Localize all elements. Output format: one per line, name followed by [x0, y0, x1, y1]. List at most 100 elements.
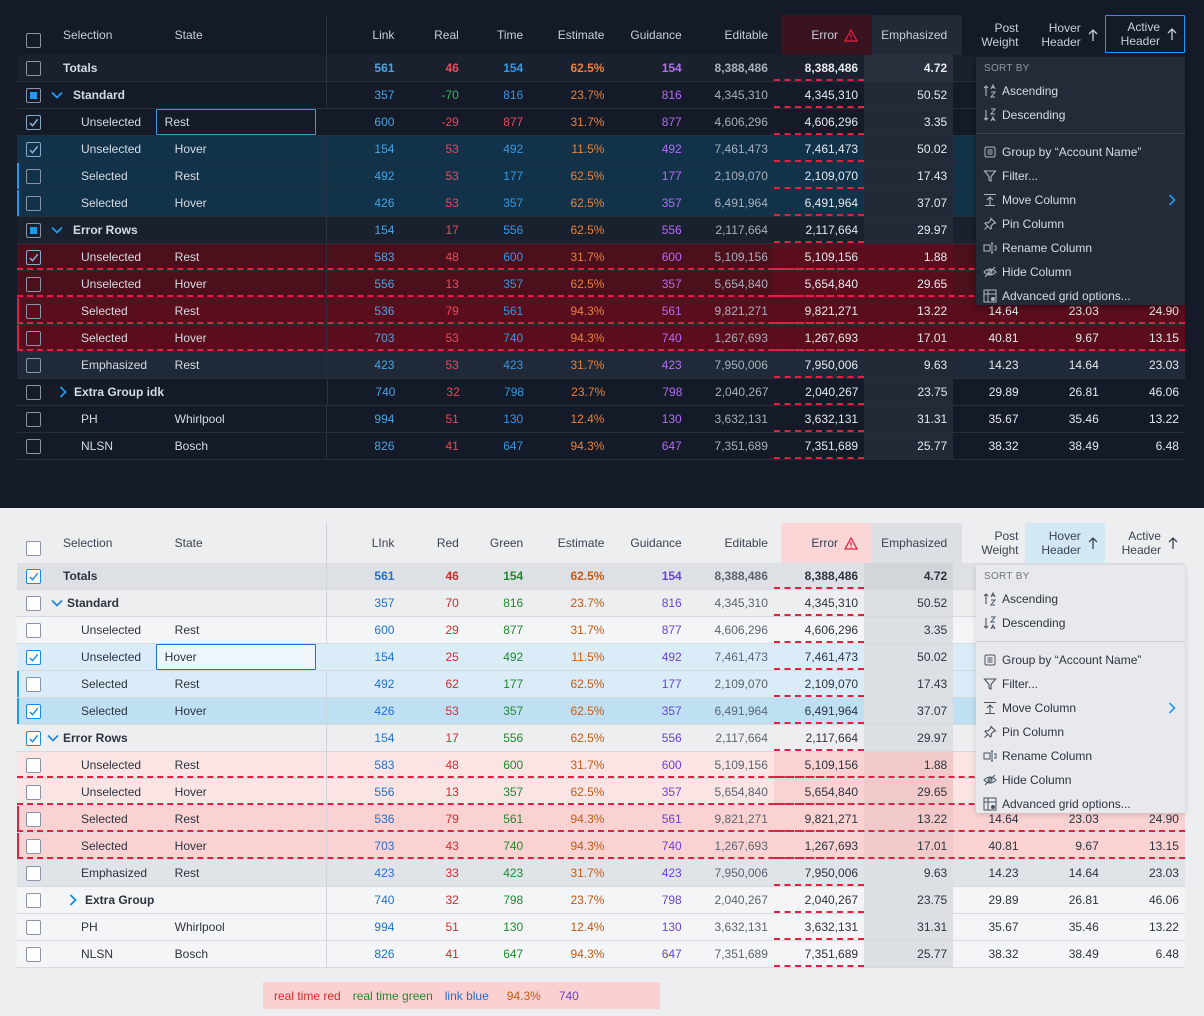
header-time[interactable]: Green — [465, 523, 529, 563]
row-checkbox[interactable] — [26, 622, 41, 638]
row-checkbox[interactable] — [26, 595, 41, 611]
menu-item-pin-column[interactable]: Pin Column — [976, 212, 1185, 236]
menu-item-group-by[interactable]: Group by “Account Name” — [976, 140, 1185, 164]
table-row[interactable]: PH Whirlpool 994 51 130 12.4% 130 3,632,131 3,63… — [17, 914, 1185, 941]
menu-item-advanced[interactable]: Advanced grid options... — [976, 284, 1185, 308]
header-emphasized[interactable]: Emphasized — [864, 523, 953, 563]
header-post-weight[interactable]: Post Weight — [953, 15, 1024, 55]
header-guidance[interactable]: Guidance — [610, 523, 687, 563]
menu-item-descending[interactable]: Descending — [976, 103, 1185, 127]
menu-item-filter[interactable]: Filter... — [976, 164, 1185, 188]
header-state[interactable]: State — [156, 523, 328, 563]
menu-item-descending[interactable]: Descending — [976, 611, 1185, 635]
row-checkbox[interactable] — [26, 892, 41, 908]
row-checkbox[interactable] — [26, 438, 41, 454]
header-selection-label[interactable]: Selection — [63, 536, 112, 550]
chevron-down-icon[interactable] — [49, 87, 65, 103]
cell-link: 994 — [327, 914, 400, 940]
menu-item-advanced[interactable]: Advanced grid options... — [976, 792, 1185, 816]
table-row[interactable]: Selected Hover 703 53 740 94.3% 740 1,267,693 1,… — [17, 325, 1185, 352]
menu-item-group-by[interactable]: Group by “Account Name” — [976, 648, 1185, 672]
row-checkbox[interactable] — [26, 649, 41, 665]
select-all-checkbox[interactable] — [26, 540, 41, 556]
sort-up-icon[interactable] — [1087, 28, 1099, 42]
sort-up-icon[interactable] — [1087, 536, 1099, 550]
menu-item-hide-column[interactable]: Hide Column — [976, 768, 1185, 792]
header-active[interactable]: Active Header — [1105, 523, 1185, 563]
menu-item-rename-column[interactable]: Rename Column — [976, 744, 1185, 768]
row-checkbox[interactable] — [26, 276, 41, 292]
chevron-right-icon[interactable] — [56, 384, 70, 400]
header-guidance[interactable]: Guidance — [610, 15, 687, 55]
row-checkbox[interactable] — [26, 784, 41, 800]
menu-item-ascending[interactable]: Ascending — [976, 79, 1185, 103]
row-checkbox[interactable] — [26, 114, 41, 130]
header-estimate[interactable]: Estimate — [529, 523, 610, 563]
header-link[interactable]: LInk — [327, 523, 400, 563]
table-row[interactable]: NLSN Bosch 826 41 647 94.3% 647 7,351,689 7,351,… — [17, 941, 1185, 968]
menu-item-rename-column[interactable]: Rename Column — [976, 236, 1185, 260]
menu-item-move-column[interactable]: Move Column — [976, 188, 1185, 212]
group-row[interactable]: Extra Group 740 32 798 23.7% 798 2,040,267 2,04… — [17, 887, 1185, 914]
menu-item-move-column[interactable]: Move Column — [976, 696, 1185, 720]
chevron-down-icon[interactable] — [45, 730, 61, 746]
row-checkbox[interactable] — [26, 330, 41, 346]
row-checkbox[interactable] — [26, 303, 41, 319]
header-error[interactable]: Error — [774, 15, 864, 55]
header-selection-label[interactable]: Selection — [63, 28, 112, 42]
menu-item-filter[interactable]: Filter... — [976, 672, 1185, 696]
row-checkbox[interactable] — [26, 60, 41, 76]
menu-item-hide-column[interactable]: Hide Column — [976, 260, 1185, 284]
table-row[interactable]: PH Whirlpool 994 51 130 12.4% 130 3,632,131 3,63… — [17, 406, 1185, 433]
row-checkbox[interactable] — [26, 249, 41, 265]
header-active[interactable]: Active Header — [1104, 15, 1186, 53]
header-real[interactable]: Red — [400, 523, 464, 563]
header-editable[interactable]: Editable — [688, 523, 774, 563]
cell-err: 7,461,473 — [773, 644, 865, 670]
header-emphasized[interactable]: Emphasized — [864, 15, 953, 55]
chevron-right-icon[interactable] — [65, 892, 81, 908]
header-link[interactable]: Link — [327, 15, 400, 55]
header-time[interactable]: Time — [465, 15, 529, 55]
header-hover[interactable]: Hover Header — [1024, 523, 1105, 563]
header-real[interactable]: Real — [400, 15, 464, 55]
cell-time-value: 177 — [503, 169, 524, 183]
header-state[interactable]: State — [156, 15, 328, 55]
header-editable[interactable]: Editable — [688, 15, 774, 55]
row-checkbox[interactable] — [26, 730, 41, 746]
header-hover[interactable]: Hover Header — [1025, 15, 1105, 55]
select-all-checkbox[interactable] — [26, 32, 41, 48]
row-checkbox[interactable] — [26, 384, 41, 400]
row-checkbox[interactable] — [26, 838, 41, 854]
row-checkbox[interactable] — [26, 222, 41, 238]
table-row[interactable]: Emphasized Rest 423 33 423 31.7% 423 7,950,006 7… — [17, 860, 1185, 887]
row-checkbox[interactable] — [26, 919, 41, 935]
sort-up-icon[interactable] — [1166, 27, 1178, 41]
row-checkbox[interactable] — [26, 865, 41, 881]
row-checkbox[interactable] — [26, 703, 41, 719]
table-row[interactable]: Emphasized Rest 423 53 423 31.7% 423 7,950,006 7… — [17, 352, 1185, 379]
row-checkbox[interactable] — [26, 757, 41, 773]
row-checkbox[interactable] — [26, 357, 41, 373]
header-estimate[interactable]: Estimate — [529, 15, 610, 55]
cell-est-value: 94.3% — [570, 304, 605, 318]
row-checkbox[interactable] — [26, 141, 41, 157]
row-checkbox[interactable] — [26, 811, 41, 827]
menu-item-pin-column[interactable]: Pin Column — [976, 720, 1185, 744]
row-checkbox[interactable] — [26, 87, 41, 103]
header-error[interactable]: Error — [774, 523, 864, 563]
row-checkbox[interactable] — [26, 195, 41, 211]
row-checkbox[interactable] — [26, 676, 41, 692]
row-checkbox[interactable] — [26, 168, 41, 184]
header-post-weight[interactable]: Post Weight — [953, 523, 1024, 563]
menu-item-ascending[interactable]: Ascending — [976, 587, 1185, 611]
sort-up-icon[interactable] — [1167, 536, 1179, 550]
row-checkbox[interactable] — [26, 946, 41, 962]
table-row[interactable]: NLSN Bosch 826 41 647 94.3% 647 7,351,689 7,351,… — [17, 433, 1185, 460]
row-checkbox[interactable] — [26, 411, 41, 427]
chevron-down-icon[interactable] — [49, 595, 65, 611]
table-row[interactable]: Selected Hover 703 43 740 94.3% 740 1,267,693 1,… — [17, 833, 1185, 860]
row-checkbox[interactable] — [26, 568, 41, 584]
chevron-down-icon[interactable] — [49, 222, 65, 238]
group-row[interactable]: Extra Group idk 740 32 798 23.7% 798 2,040,267… — [17, 379, 1185, 406]
